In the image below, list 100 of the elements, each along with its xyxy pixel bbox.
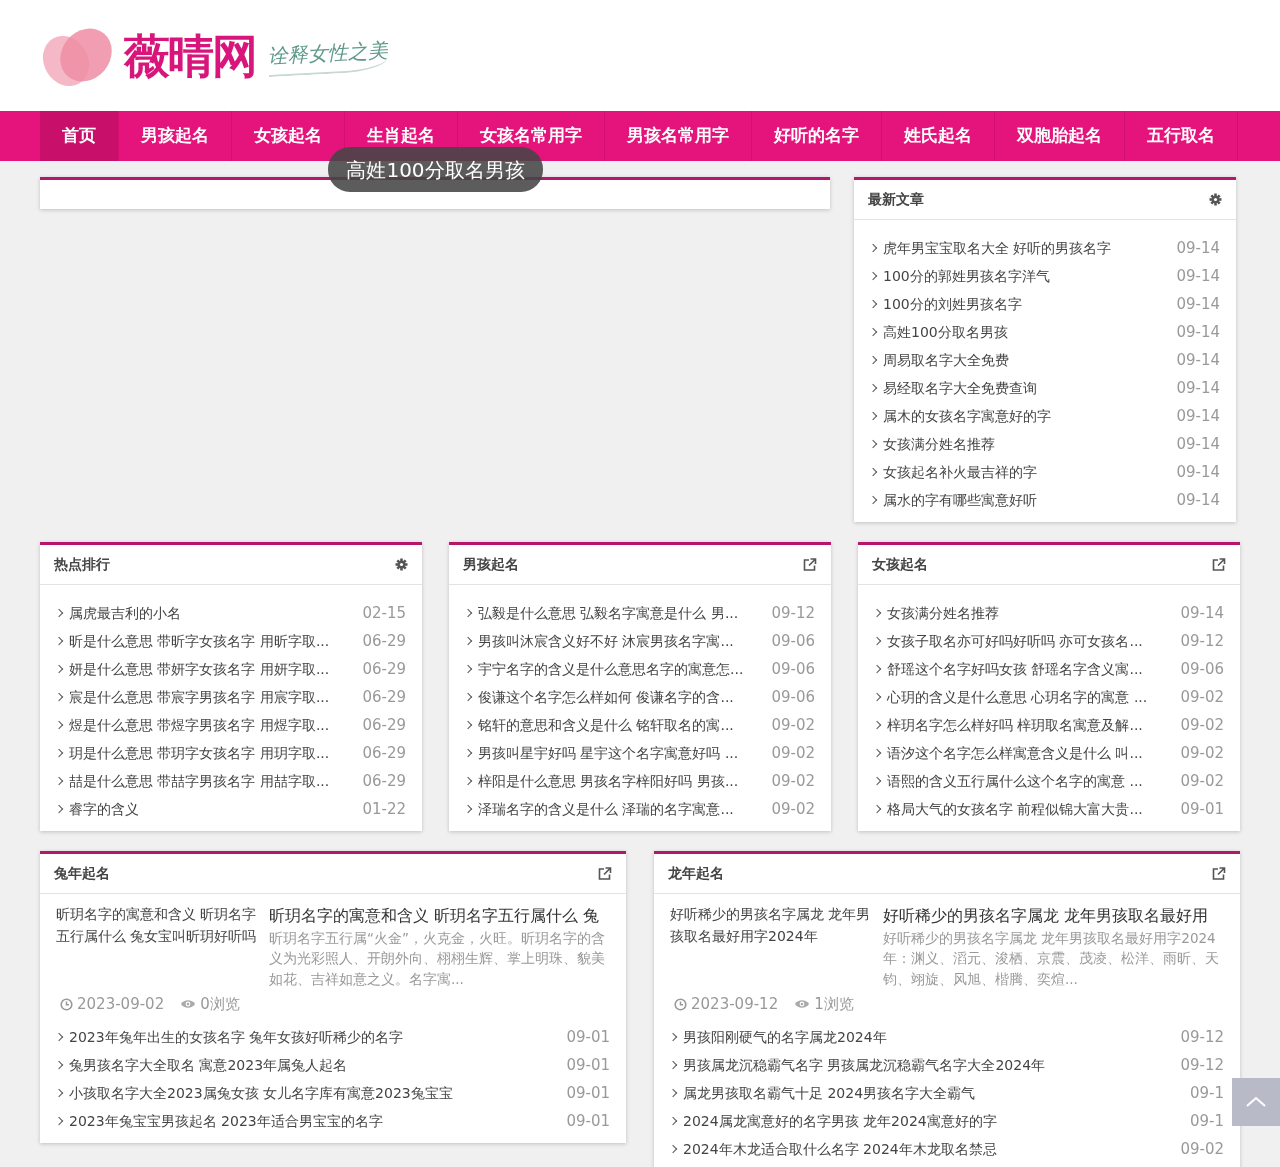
article-link[interactable]: 男孩阳刚硬气的名字属龙2024年: [670, 1027, 887, 1048]
view-count: 1浏览: [814, 993, 854, 1015]
publish-date: 2023-09-12: [691, 993, 779, 1015]
article-link[interactable]: 格局大气的女孩名字 前程似锦大富大贵...: [874, 799, 1143, 819]
article-link[interactable]: 属水的字有哪些寓意好听: [870, 490, 1037, 510]
clock-icon: [674, 997, 687, 1011]
article-date: 06-29: [362, 743, 406, 763]
article-summary: 昕玥名字五行属“火金”，火克金，火旺。昕玥名字的含义为光彩照人、开朗外向、栩栩生辉、掌上明珠、貌美如花、吉祥如意之义。名字寓...: [269, 929, 606, 989]
article-date: 09-06: [771, 659, 815, 679]
article-link[interactable]: 高姓100分取名男孩: [870, 322, 1008, 342]
article-date: 09-06: [771, 631, 815, 651]
article-link[interactable]: 100分的刘姓男孩名字: [870, 294, 1022, 314]
article-link[interactable]: 女孩满分姓名推荐: [874, 603, 999, 623]
panel-title: 热点排行: [54, 555, 110, 574]
view-count: 0浏览: [200, 993, 240, 1015]
article-date: 09-14: [1176, 378, 1220, 398]
article-link[interactable]: 属龙男孩取名霸气十足 2024男孩名字大全霸气: [670, 1083, 976, 1104]
article-link[interactable]: 周易取名字大全免费: [870, 350, 1009, 370]
article-date: 09-02: [1180, 1139, 1224, 1160]
back-to-top-button[interactable]: [1232, 1078, 1280, 1126]
article-link[interactable]: 2023年兔年出生的女孩名字 兔年女孩好听稀少的名字: [56, 1027, 404, 1048]
article-link[interactable]: 语汐这个名字怎么样寓意含义是什么 叫...: [874, 743, 1143, 763]
article-link[interactable]: 男孩属龙沉稳霸气名字 男孩属龙沉稳霸气名字大全2024年: [670, 1055, 1046, 1076]
article-date: 09-02: [1180, 687, 1224, 707]
article-date: 09-02: [1180, 743, 1224, 763]
article-date: 09-06: [1180, 659, 1224, 679]
article-link[interactable]: 泽瑞名字的含义是什么 泽瑞的名字寓意...: [465, 799, 734, 819]
tooltip: 高姓100分取名男孩: [328, 147, 543, 192]
article-date: 09-01: [1180, 799, 1224, 819]
article-date: 06-29: [362, 687, 406, 707]
article-link[interactable]: 舒瑶这个名字好吗女孩 舒瑶名字含义寓...: [874, 659, 1143, 679]
settings-icon: [395, 558, 408, 571]
article-link[interactable]: 语熙的含义五行属什么这个名字的寓意 ...: [874, 771, 1143, 791]
article-date: 09-02: [1180, 771, 1224, 791]
article-link[interactable]: 昕是什么意思 带昕字女孩名字 用昕字取...: [56, 631, 330, 651]
featured-article-title[interactable]: 昕玥名字的寓意和含义 昕玥名字五行属什么 兔: [269, 904, 600, 928]
article-date: 09-02: [771, 771, 815, 791]
article-link[interactable]: 女孩满分姓名推荐: [870, 434, 995, 454]
article-link[interactable]: 宇宁名字的含义是什么意思名字的寓意怎...: [465, 659, 744, 679]
site-logo-text[interactable]: 薇晴网: [124, 32, 256, 79]
article-link[interactable]: 男孩叫星宇好吗 星宇这个名字寓意好吗 ...: [465, 743, 739, 763]
external-link-icon: [1211, 557, 1226, 572]
featured-article-title[interactable]: 好听稀少的男孩名字属龙 龙年男孩取名最好用: [883, 904, 1209, 928]
article-date: 09-02: [1180, 715, 1224, 735]
article-date: 09-14: [1176, 350, 1220, 370]
article-date: 09-01: [566, 1111, 610, 1132]
article-link[interactable]: 属虎最吉利的小名: [56, 603, 181, 623]
article-link[interactable]: 梓玥名字怎么样好吗 梓玥取名寓意及解...: [874, 715, 1143, 735]
article-link[interactable]: 兔男孩名字大全取名 寓意2023年属兔人起名: [56, 1055, 348, 1076]
nav-tab[interactable]: 好听的名字: [752, 111, 882, 161]
article-link[interactable]: 2024属龙寓意好的名字男孩 龙年2024寓意好的字: [670, 1111, 997, 1132]
nav-tab[interactable]: 首页: [40, 111, 119, 161]
article-link[interactable]: 煜是什么意思 带煜字男孩名字 用煜字取...: [56, 715, 330, 735]
article-link[interactable]: 100分的郭姓男孩名字洋气: [870, 266, 1050, 286]
site-tagline: 诠释女性之美: [267, 34, 389, 77]
article-date: 09-01: [566, 1027, 610, 1048]
nav-tab[interactable]: 姓氏起名: [882, 111, 995, 161]
article-date: 09-12: [1180, 631, 1224, 651]
article-link[interactable]: 女孩起名补火最吉祥的字: [870, 462, 1037, 482]
article-link[interactable]: 2023年兔宝宝男孩起名 2023年适合男宝宝的名字: [56, 1111, 383, 1132]
article-link[interactable]: 男孩叫沐宸含义好不好 沐宸男孩名字寓...: [465, 631, 734, 651]
article-link[interactable]: 2024年木龙适合取什么名字 2024年木龙取名禁忌: [670, 1139, 997, 1160]
external-link-icon: [802, 557, 817, 572]
article-date: 09-14: [1176, 266, 1220, 286]
article-date: 09-14: [1176, 490, 1220, 510]
panel-title: 最新文章: [868, 190, 924, 209]
article-link[interactable]: 虎年男宝宝取名大全 好听的男孩名字: [870, 238, 1112, 258]
article-link[interactable]: 小孩取名字大全2023属兔女孩 女儿名字库有寓意2023兔宝宝: [56, 1083, 453, 1104]
article-link[interactable]: 妍是什么意思 带妍字女孩名字 用妍字取...: [56, 659, 330, 679]
article-image-caption: 好听稀少的男孩名字属龙 龙年男孩取名最好用字2024年: [670, 905, 872, 946]
article-date: 06-29: [362, 659, 406, 679]
article-link[interactable]: 易经取名字大全免费查询: [870, 378, 1037, 398]
clock-icon: [60, 997, 73, 1011]
article-date: 09-14: [1176, 406, 1220, 426]
article-link[interactable]: 心玥的含义是什么意思 心玥名字的寓意 ...: [874, 687, 1148, 707]
article-date: 09-02: [771, 715, 815, 735]
nav-tab[interactable]: 男孩起名: [119, 111, 232, 161]
nav-tab[interactable]: 五行取名: [1125, 111, 1238, 161]
article-date: 09-12: [1180, 1027, 1224, 1048]
article-link[interactable]: 属木的女孩名字寓意好的字: [870, 406, 1051, 426]
article-link[interactable]: 玥是什么意思 带玥字女孩名字 用玥字取...: [56, 743, 330, 763]
article-date: 09-14: [1176, 322, 1220, 342]
nav-tab[interactable]: 男孩名常用字: [605, 111, 752, 161]
article-link[interactable]: 梓阳是什么意思 男孩名字梓阳好吗 男孩...: [465, 771, 739, 791]
article-link[interactable]: 铭轩的意思和含义是什么 铭轩取名的寓...: [465, 715, 734, 735]
article-date: 06-29: [362, 631, 406, 651]
article-link[interactable]: 俊谦这个名字怎么样如何 俊谦名字的含...: [465, 687, 734, 707]
article-date: 09-01: [566, 1083, 610, 1104]
article-link[interactable]: 喆是什么意思 带喆字男孩名字 用喆字取...: [56, 771, 330, 791]
external-link-icon: [1211, 866, 1226, 881]
article-date: 01-22: [362, 799, 406, 819]
article-link[interactable]: 弘毅是什么意思 弘毅名字寓意是什么 男...: [465, 603, 739, 623]
article-link[interactable]: 睿字的含义: [56, 799, 139, 819]
article-date: 09-14: [1176, 294, 1220, 314]
article-date: 09-12: [771, 603, 815, 623]
nav-tab[interactable]: 双胞胎起名: [995, 111, 1125, 161]
article-link[interactable]: 宸是什么意思 带宸字男孩名字 用宸字取...: [56, 687, 330, 707]
article-date: 09-02: [771, 743, 815, 763]
publish-date: 2023-09-02: [77, 993, 165, 1015]
article-link[interactable]: 女孩子取名亦可好吗好听吗 亦可女孩名...: [874, 631, 1143, 651]
